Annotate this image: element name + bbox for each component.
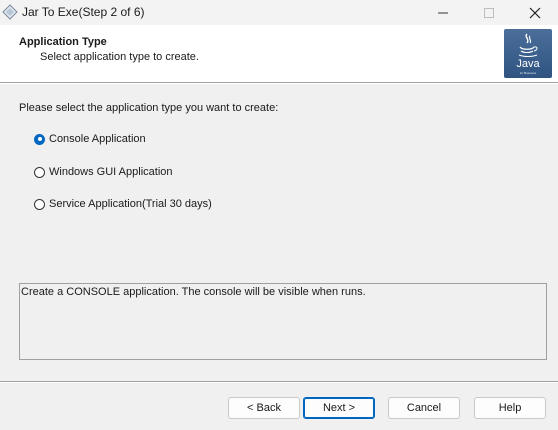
help-button[interactable]: Help: [474, 397, 546, 419]
radio-label[interactable]: Windows GUI Application: [49, 166, 173, 178]
selection-prompt: Please select the application type you w…: [19, 102, 279, 114]
close-button[interactable]: [512, 0, 558, 25]
radio-label[interactable]: Service Application(Trial 30 days): [49, 198, 212, 210]
minimize-icon: [438, 12, 448, 13]
logo-text: Java: [516, 58, 540, 70]
minimize-button[interactable]: [420, 0, 466, 25]
radio-unselected-icon[interactable]: [34, 198, 45, 210]
java-logo: Java for Business: [504, 29, 552, 78]
page-title: Application Type: [19, 36, 107, 48]
java-coffee-cup-icon: [518, 33, 538, 57]
page-subtitle: Select application type to create.: [40, 51, 199, 63]
close-icon: [529, 7, 541, 18]
next-button[interactable]: Next >: [303, 397, 375, 419]
radio-label[interactable]: Console Application: [49, 133, 146, 145]
header-divider-highlight: [0, 83, 558, 84]
back-button[interactable]: < Back: [228, 397, 300, 419]
radio-console-application[interactable]: Console Application: [34, 133, 146, 145]
radio-windows-gui-application[interactable]: Windows GUI Application: [34, 166, 173, 178]
description-box: Create a CONSOLE application. The consol…: [19, 283, 547, 360]
radio-service-application[interactable]: Service Application(Trial 30 days): [34, 198, 212, 210]
window-title: Jar To Exe(Step 2 of 6): [22, 5, 145, 19]
footer-divider-highlight: [0, 382, 558, 383]
logo-subtext: for Business: [519, 71, 537, 75]
wizard-header: Application Type Select application type…: [0, 25, 558, 82]
cancel-button[interactable]: Cancel: [388, 397, 460, 419]
app-icon: [2, 4, 18, 20]
radio-unselected-icon[interactable]: [34, 166, 45, 178]
radio-selected-icon[interactable]: [34, 133, 45, 145]
description-text: Create a CONSOLE application. The consol…: [21, 286, 366, 298]
maximize-button: [466, 0, 512, 25]
title-bar: Jar To Exe(Step 2 of 6): [0, 0, 558, 25]
maximize-icon: [484, 7, 494, 18]
